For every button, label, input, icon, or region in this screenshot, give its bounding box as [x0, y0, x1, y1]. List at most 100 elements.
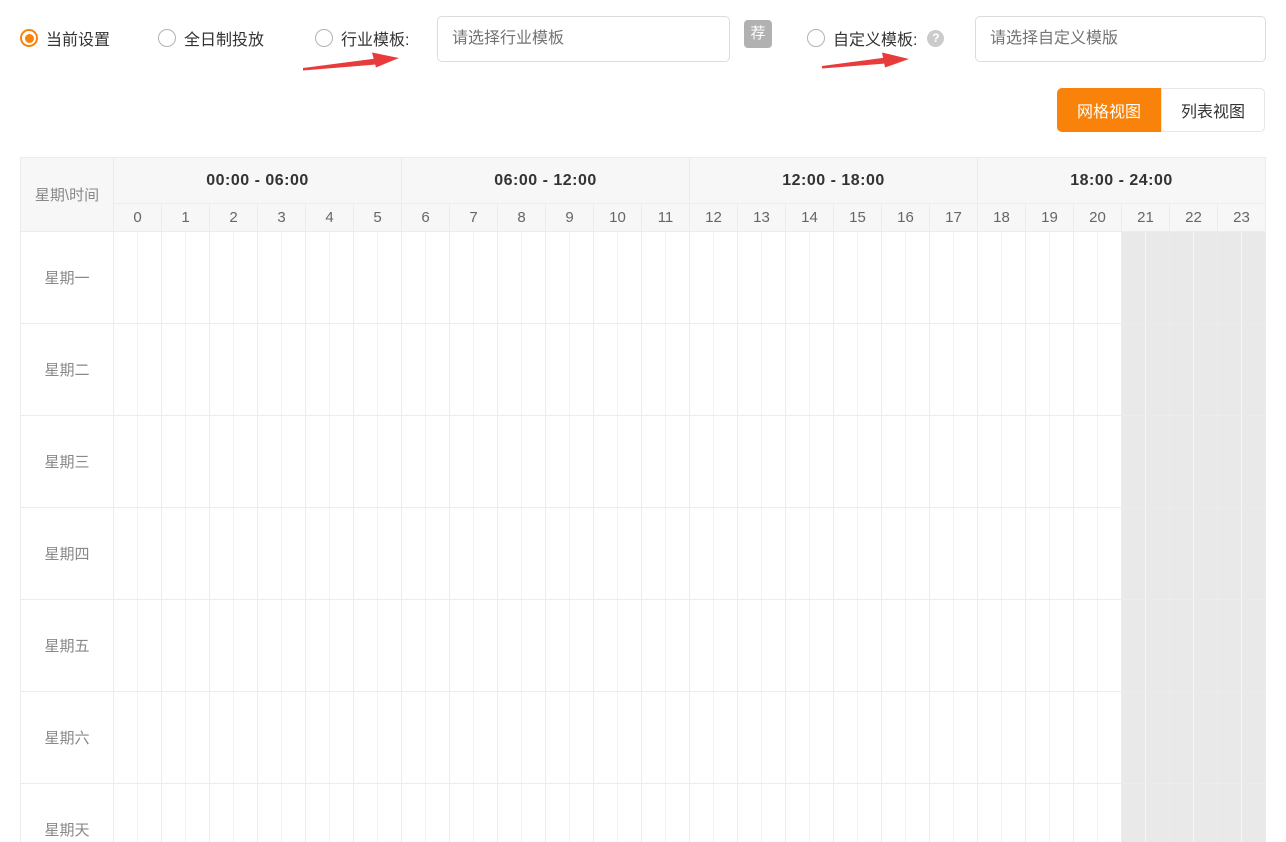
schedule-cell[interactable]	[306, 600, 354, 692]
schedule-cell[interactable]	[1026, 784, 1074, 842]
schedule-cell[interactable]	[258, 784, 306, 842]
schedule-cell[interactable]	[882, 508, 930, 600]
schedule-cell[interactable]	[1170, 324, 1218, 416]
custom-template-input[interactable]	[975, 16, 1266, 62]
schedule-cell[interactable]	[1026, 232, 1074, 324]
schedule-cell[interactable]	[978, 232, 1026, 324]
help-icon[interactable]: ?	[927, 30, 944, 47]
schedule-cell[interactable]	[930, 232, 978, 324]
schedule-cell[interactable]	[210, 600, 258, 692]
schedule-cell[interactable]	[114, 324, 162, 416]
schedule-cell[interactable]	[834, 508, 882, 600]
schedule-cell[interactable]	[546, 508, 594, 600]
schedule-cell[interactable]	[258, 508, 306, 600]
schedule-cell[interactable]	[1170, 600, 1218, 692]
schedule-cell[interactable]	[882, 692, 930, 784]
schedule-cell[interactable]	[1026, 508, 1074, 600]
schedule-cell[interactable]	[1074, 508, 1122, 600]
schedule-cell[interactable]	[978, 692, 1026, 784]
radio-custom-template[interactable]: 自定义模板: ?	[807, 27, 944, 49]
radio-industry-template[interactable]: 行业模板:	[315, 27, 409, 49]
schedule-cell[interactable]	[882, 232, 930, 324]
schedule-cell[interactable]	[162, 324, 210, 416]
schedule-cell[interactable]	[1122, 324, 1170, 416]
schedule-cell[interactable]	[690, 508, 738, 600]
schedule-cell[interactable]	[114, 784, 162, 842]
schedule-cell[interactable]	[1074, 416, 1122, 508]
schedule-cell[interactable]	[1074, 232, 1122, 324]
schedule-cell[interactable]	[594, 232, 642, 324]
schedule-cell[interactable]	[594, 600, 642, 692]
schedule-cell[interactable]	[1170, 508, 1218, 600]
schedule-cell[interactable]	[1074, 784, 1122, 842]
schedule-cell[interactable]	[786, 232, 834, 324]
schedule-cell[interactable]	[210, 508, 258, 600]
schedule-cell[interactable]	[930, 416, 978, 508]
schedule-cell[interactable]	[450, 784, 498, 842]
schedule-cell[interactable]	[1122, 416, 1170, 508]
schedule-cell[interactable]	[258, 324, 306, 416]
schedule-cell[interactable]	[834, 232, 882, 324]
schedule-cell[interactable]	[546, 692, 594, 784]
schedule-cell[interactable]	[834, 600, 882, 692]
schedule-cell[interactable]	[1122, 600, 1170, 692]
schedule-cell[interactable]	[930, 600, 978, 692]
schedule-cell[interactable]	[258, 600, 306, 692]
schedule-cell[interactable]	[642, 324, 690, 416]
schedule-cell[interactable]	[1218, 232, 1266, 324]
schedule-cell[interactable]	[306, 324, 354, 416]
schedule-cell[interactable]	[498, 692, 546, 784]
schedule-cell[interactable]	[114, 692, 162, 784]
schedule-cell[interactable]	[690, 232, 738, 324]
schedule-cell[interactable]	[642, 232, 690, 324]
schedule-cell[interactable]	[594, 324, 642, 416]
schedule-cell[interactable]	[546, 600, 594, 692]
schedule-cell[interactable]	[162, 784, 210, 842]
schedule-cell[interactable]	[162, 232, 210, 324]
schedule-cell[interactable]	[354, 692, 402, 784]
schedule-cell[interactable]	[834, 416, 882, 508]
schedule-cell[interactable]	[1170, 416, 1218, 508]
schedule-cell[interactable]	[738, 784, 786, 842]
schedule-cell[interactable]	[834, 692, 882, 784]
schedule-cell[interactable]	[642, 600, 690, 692]
schedule-cell[interactable]	[738, 600, 786, 692]
schedule-cell[interactable]	[594, 508, 642, 600]
schedule-cell[interactable]	[1170, 784, 1218, 842]
schedule-cell[interactable]	[930, 692, 978, 784]
schedule-cell[interactable]	[1122, 232, 1170, 324]
schedule-cell[interactable]	[498, 508, 546, 600]
schedule-cell[interactable]	[210, 784, 258, 842]
schedule-cell[interactable]	[1026, 692, 1074, 784]
schedule-cell[interactable]	[450, 324, 498, 416]
schedule-cell[interactable]	[402, 508, 450, 600]
schedule-cell[interactable]	[498, 784, 546, 842]
schedule-cell[interactable]	[978, 600, 1026, 692]
schedule-cell[interactable]	[690, 600, 738, 692]
schedule-cell[interactable]	[786, 784, 834, 842]
schedule-cell[interactable]	[258, 692, 306, 784]
schedule-cell[interactable]	[1218, 324, 1266, 416]
industry-template-input[interactable]	[437, 16, 730, 62]
schedule-cell[interactable]	[642, 692, 690, 784]
schedule-cell[interactable]	[354, 508, 402, 600]
schedule-cell[interactable]	[354, 232, 402, 324]
schedule-cell[interactable]	[738, 232, 786, 324]
schedule-cell[interactable]	[1074, 600, 1122, 692]
schedule-cell[interactable]	[882, 784, 930, 842]
schedule-cell[interactable]	[498, 600, 546, 692]
schedule-cell[interactable]	[1122, 784, 1170, 842]
schedule-cell[interactable]	[354, 324, 402, 416]
schedule-cell[interactable]	[786, 416, 834, 508]
schedule-cell[interactable]	[498, 416, 546, 508]
schedule-cell[interactable]	[498, 324, 546, 416]
schedule-cell[interactable]	[786, 600, 834, 692]
radio-current-settings[interactable]: 当前设置	[20, 27, 110, 49]
schedule-cell[interactable]	[162, 508, 210, 600]
schedule-cell[interactable]	[162, 416, 210, 508]
schedule-cell[interactable]	[1218, 692, 1266, 784]
schedule-cell[interactable]	[258, 416, 306, 508]
schedule-cell[interactable]	[1122, 692, 1170, 784]
schedule-cell[interactable]	[882, 600, 930, 692]
schedule-cell[interactable]	[306, 784, 354, 842]
